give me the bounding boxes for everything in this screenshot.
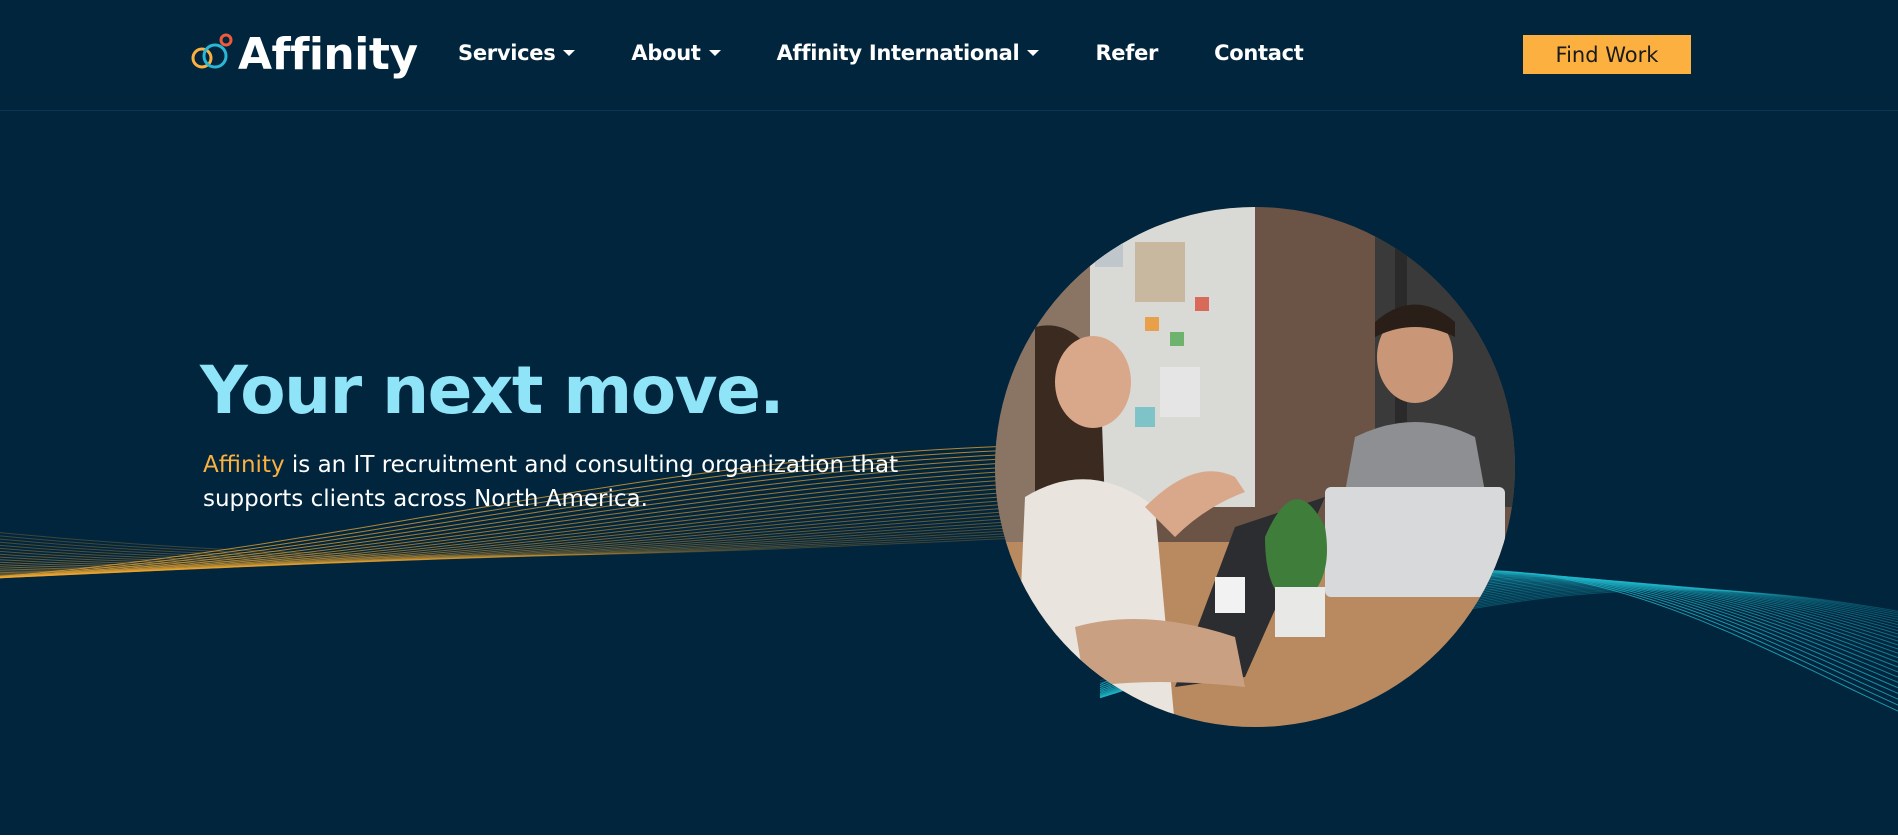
page: Affinity Services About Affinity Interna… [0, 0, 1898, 835]
nav-item-refer[interactable]: Refer [1095, 41, 1158, 65]
hero-brand-link[interactable]: Affinity [203, 452, 285, 478]
find-work-button[interactable]: Find Work [1523, 35, 1691, 74]
chevron-down-icon [563, 50, 576, 56]
logo-text: Affinity [238, 28, 418, 80]
nav-item-about[interactable]: About [631, 41, 721, 65]
nav-item-services[interactable]: Services [458, 41, 576, 65]
logo[interactable]: Affinity [190, 28, 418, 80]
nav-item-label: About [631, 41, 701, 65]
hero-title: Your next move. [200, 352, 784, 429]
people-meeting-photo [995, 207, 1515, 727]
hero-description: Affinity is an IT recruitment and consul… [203, 448, 963, 516]
chevron-down-icon [708, 50, 721, 56]
chevron-down-icon [1027, 50, 1040, 56]
nav-item-label: Services [458, 41, 556, 65]
nav-item-label: Refer [1095, 41, 1159, 65]
affinity-logo-icon [191, 33, 233, 69]
nav-item-affinity-international[interactable]: Affinity International [777, 41, 1040, 65]
main-nav: Services About Affinity International Re… [458, 38, 1359, 68]
hero-description-text: is an IT recruitment and consulting orga… [203, 452, 899, 512]
nav-item-label: Affinity International [776, 41, 1020, 65]
nav-item-label: Contact [1214, 41, 1304, 65]
nav-item-contact[interactable]: Contact [1214, 41, 1304, 65]
site-header: Affinity Services About Affinity Interna… [0, 0, 1898, 111]
